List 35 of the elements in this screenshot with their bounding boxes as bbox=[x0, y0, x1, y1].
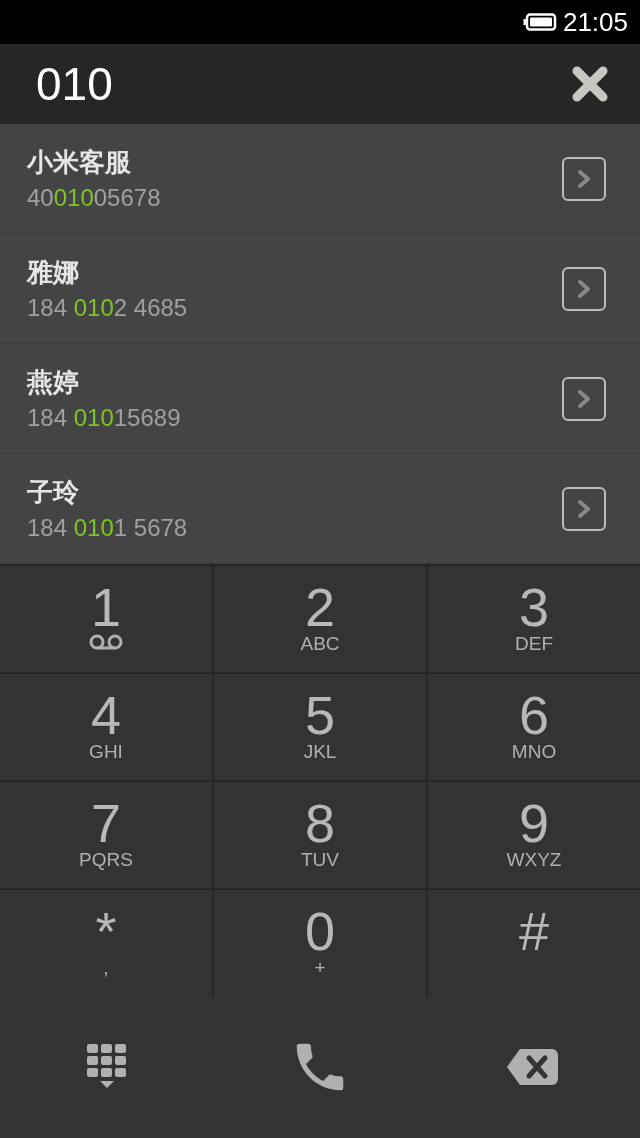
contact-name: 子玲 bbox=[27, 475, 80, 509]
phone-number: 184 0101 5678 bbox=[27, 512, 188, 543]
keypad-key[interactable]: 1 bbox=[0, 566, 212, 672]
phone-number: 4001005678 bbox=[27, 182, 161, 213]
keypad-key[interactable]: 2 ABC bbox=[214, 566, 426, 672]
contact-name: 燕婷 bbox=[27, 365, 80, 399]
contact-name: 小米客服 bbox=[27, 145, 132, 179]
keypad-key[interactable]: 3 DEF bbox=[428, 566, 640, 672]
close-icon[interactable] bbox=[572, 66, 608, 102]
contact-details-button[interactable] bbox=[562, 486, 606, 531]
keypad-key[interactable]: # bbox=[428, 890, 640, 996]
keypad-key[interactable]: 7 PQRS bbox=[0, 782, 212, 888]
keypad-key[interactable]: 0 + bbox=[214, 890, 426, 996]
dialed-number-field[interactable]: 010 bbox=[36, 49, 113, 119]
phone-number: 184 01015689 bbox=[27, 402, 181, 433]
contact-details-button[interactable] bbox=[562, 156, 606, 201]
keypad-key[interactable]: 8 TUV bbox=[214, 782, 426, 888]
keypad-key[interactable]: 9 WXYZ bbox=[428, 782, 640, 888]
keypad-key[interactable]: 6 MNO bbox=[428, 674, 640, 780]
backspace-icon[interactable] bbox=[506, 1047, 561, 1087]
keypad-key[interactable]: 4 GHI bbox=[0, 674, 212, 780]
chevron-right-icon bbox=[577, 168, 591, 189]
chevron-right-icon bbox=[577, 388, 591, 409]
contact-details-button[interactable] bbox=[562, 376, 606, 421]
contact-name: 雅娜 bbox=[27, 255, 80, 289]
keypad-toggle-icon[interactable] bbox=[86, 1044, 127, 1090]
contact-details-button[interactable] bbox=[562, 266, 606, 311]
phone-number: 184 0102 4685 bbox=[27, 292, 188, 323]
chevron-right-icon bbox=[577, 278, 591, 299]
keypad-key[interactable]: * , bbox=[0, 890, 212, 996]
chevron-right-icon bbox=[577, 498, 591, 519]
keypad-key[interactable]: 5 JKL bbox=[214, 674, 426, 780]
clock: 21:05 bbox=[562, 5, 628, 39]
voicemail-icon bbox=[88, 634, 124, 650]
battery-icon bbox=[522, 13, 557, 31]
